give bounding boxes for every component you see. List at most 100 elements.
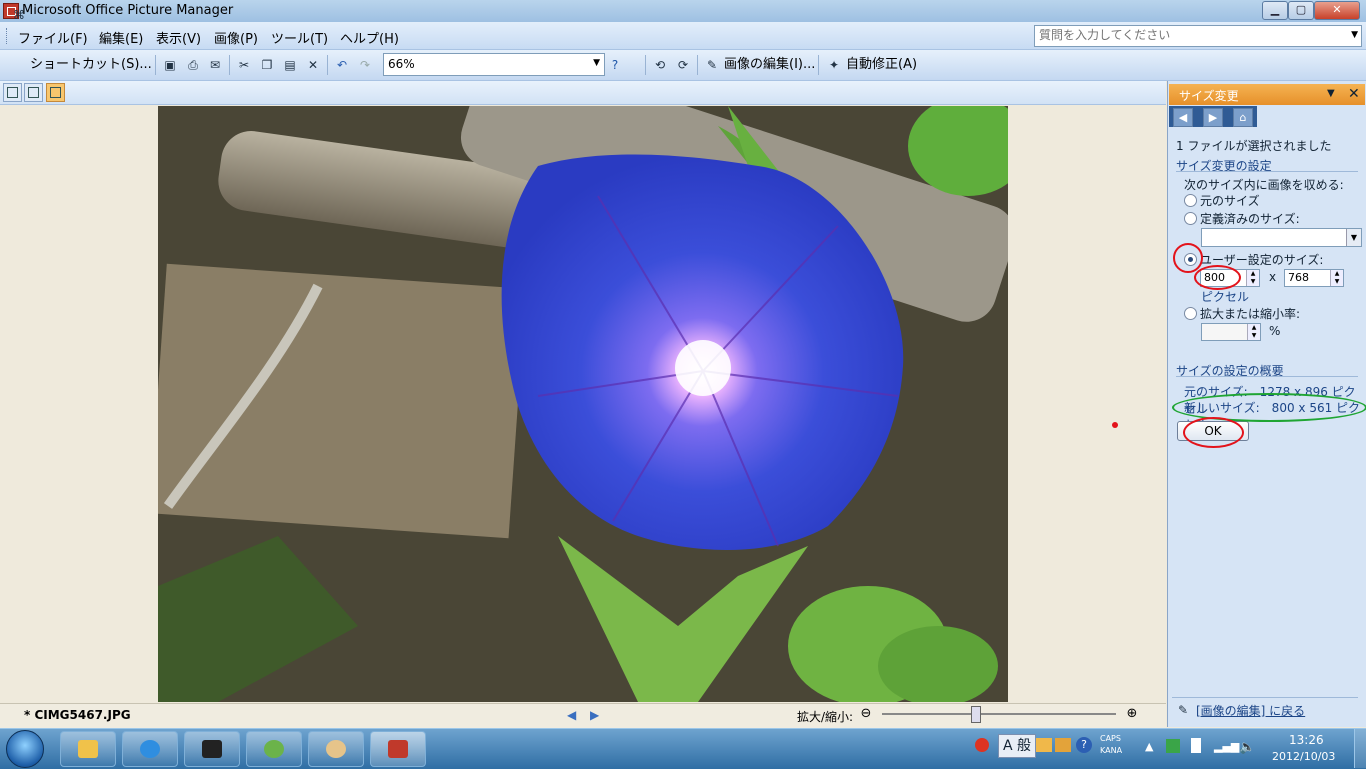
help-icon[interactable]: ?	[607, 57, 623, 73]
menu-help[interactable]: ヘルプ(H)	[340, 28, 399, 47]
taskbar-explorer[interactable]	[60, 731, 116, 767]
taskbar-internet-explorer[interactable]	[122, 731, 178, 767]
custom-height-stepper[interactable]: ▲▼	[1284, 269, 1344, 287]
percent-radio[interactable]	[1184, 307, 1197, 320]
stepper-arrows-icon[interactable]: ▲ ▼	[1247, 324, 1260, 340]
pane-menu-chevron-icon[interactable]: ▼	[1327, 88, 1335, 99]
maximize-button[interactable]: ▢	[1288, 1, 1314, 20]
taskbar-picture-manager[interactable]	[370, 731, 426, 767]
email-icon[interactable]: ✉	[207, 57, 223, 73]
paste-icon[interactable]: ▤	[282, 57, 298, 73]
print-icon[interactable]: ⎙	[185, 57, 201, 73]
ie-icon	[140, 740, 160, 758]
original-size-radio[interactable]	[1184, 194, 1197, 207]
zoom-in-icon[interactable]: ⊕	[1124, 706, 1140, 722]
section-divider	[1176, 376, 1358, 377]
custom-height-input[interactable]	[1285, 270, 1321, 285]
zoom-label: 拡大/縮小:	[797, 710, 854, 724]
shortcuts-button[interactable]: ショートカット(S)...	[30, 55, 152, 75]
toolbar-separator	[155, 55, 156, 75]
percent-stepper[interactable]: ▲ ▼	[1201, 323, 1261, 341]
redo-icon[interactable]: ↷	[357, 57, 373, 73]
status-bar	[0, 703, 1166, 728]
undo-icon[interactable]: ↶	[334, 57, 350, 73]
percent-label: 拡大または縮小率:	[1200, 307, 1301, 321]
tray-expand-icon[interactable]: ▲	[1145, 740, 1153, 753]
clock-date[interactable]: 2012/10/03	[1272, 750, 1335, 763]
menu-grip[interactable]	[6, 28, 10, 44]
menu-view[interactable]: 表示(V)	[156, 28, 201, 47]
chevron-down-icon[interactable]: ▼	[1351, 30, 1358, 40]
menu-edit[interactable]: 編集(E)	[99, 28, 143, 47]
chevron-down-icon[interactable]: ▼	[1346, 229, 1361, 246]
section-divider	[1172, 697, 1358, 698]
folder-icon	[78, 740, 98, 758]
home-icon[interactable]: ⌂	[1233, 108, 1253, 127]
tray-app-icon[interactable]	[1166, 739, 1180, 753]
section-divider	[1176, 171, 1358, 172]
menu-file[interactable]: ファイル(F)	[18, 28, 88, 47]
window-title: Microsoft Office Picture Manager	[22, 3, 234, 18]
help-search-box[interactable]: ▼	[1034, 25, 1362, 47]
minimize-button[interactable]: ▁	[1262, 1, 1288, 20]
menu-tools[interactable]: ツール(T)	[271, 28, 328, 47]
rotate-right-icon[interactable]: ⟳	[675, 57, 691, 73]
predefined-size-radio[interactable]	[1184, 212, 1197, 225]
edit-picture-icon: ✎	[706, 58, 718, 72]
fit-label: 次のサイズ内に画像を収める:	[1184, 178, 1344, 192]
save-icon[interactable]: ▣	[162, 57, 178, 73]
annotation-circle-ok	[1183, 417, 1244, 448]
ime-help-icon[interactable]: ?	[1076, 737, 1092, 753]
menu-picture[interactable]: 画像(P)	[214, 28, 258, 47]
volume-icon[interactable]: 🔈	[1239, 740, 1255, 755]
taskbar-paint[interactable]	[308, 731, 364, 767]
taskbar-app-scissors[interactable]	[184, 731, 240, 767]
back-to-edit-link[interactable]: [画像の編集] に戻る	[1196, 702, 1305, 719]
stepper-arrows-icon[interactable]: ▲ ▼	[1330, 270, 1343, 286]
security-alert-icon[interactable]	[975, 738, 989, 752]
stepper-arrows-icon[interactable]: ▲ ▼	[1246, 270, 1259, 286]
edit-picture-icon: ✎	[1177, 703, 1189, 717]
pixel-unit-label: ピクセル	[1201, 290, 1250, 304]
ime-mode-indicator[interactable]: A 般	[998, 734, 1036, 758]
forward-icon[interactable]: ▶	[1203, 108, 1223, 127]
view-bar	[0, 81, 1166, 105]
back-icon[interactable]: ◀	[1173, 108, 1193, 127]
thumbnail-view-icon[interactable]	[3, 83, 22, 102]
predefined-size-dropdown[interactable]: ▼	[1201, 228, 1362, 247]
chevron-down-icon[interactable]: ▼	[593, 58, 600, 68]
copy-icon[interactable]: ❐	[259, 57, 275, 73]
close-button[interactable]: ✕	[1314, 1, 1360, 20]
ime-tool-icon[interactable]	[1036, 738, 1052, 752]
ime-dictionary-icon[interactable]	[1055, 738, 1071, 752]
rotate-left-icon[interactable]: ⟲	[652, 57, 668, 73]
edit-picture-button[interactable]: 画像の編集(I)...	[724, 55, 815, 75]
auto-correct-button[interactable]: 自動修正(A)	[846, 55, 917, 75]
taskbar-messenger[interactable]	[246, 731, 302, 767]
next-arrow-icon[interactable]: ▶	[590, 708, 599, 722]
toolbar-separator	[229, 55, 230, 75]
delete-icon[interactable]: ✕	[305, 57, 321, 73]
toolbar-separator	[645, 55, 646, 75]
zoom-out-icon[interactable]: ⊖	[858, 706, 874, 722]
shortcut-icon: ⌘	[13, 8, 25, 22]
zoom-slider-thumb[interactable]	[970, 706, 981, 723]
help-search-input[interactable]	[1035, 26, 1343, 44]
pane-close-icon[interactable]: ✕	[1348, 86, 1360, 102]
photo-preview	[158, 106, 1008, 702]
picture-manager-icon	[388, 740, 408, 758]
start-button[interactable]	[6, 730, 44, 768]
usb-device-icon[interactable]	[1191, 738, 1201, 753]
clock-time[interactable]: 13:26	[1289, 733, 1324, 747]
filmstrip-view-icon[interactable]	[24, 83, 43, 102]
cut-icon[interactable]: ✂	[236, 57, 252, 73]
task-pane-title: サイズ変更	[1179, 89, 1239, 103]
zoom-slider-track[interactable]	[882, 713, 1116, 715]
show-desktop-button[interactable]	[1354, 729, 1366, 768]
people-icon	[264, 740, 284, 758]
previous-arrow-icon[interactable]: ◀	[567, 708, 576, 722]
zoom-combo[interactable]: 66% ▼	[383, 53, 605, 76]
network-icon[interactable]: ▂▄▆	[1214, 740, 1239, 753]
zoom-value: 66%	[388, 57, 415, 71]
single-picture-view-icon[interactable]	[46, 83, 65, 102]
